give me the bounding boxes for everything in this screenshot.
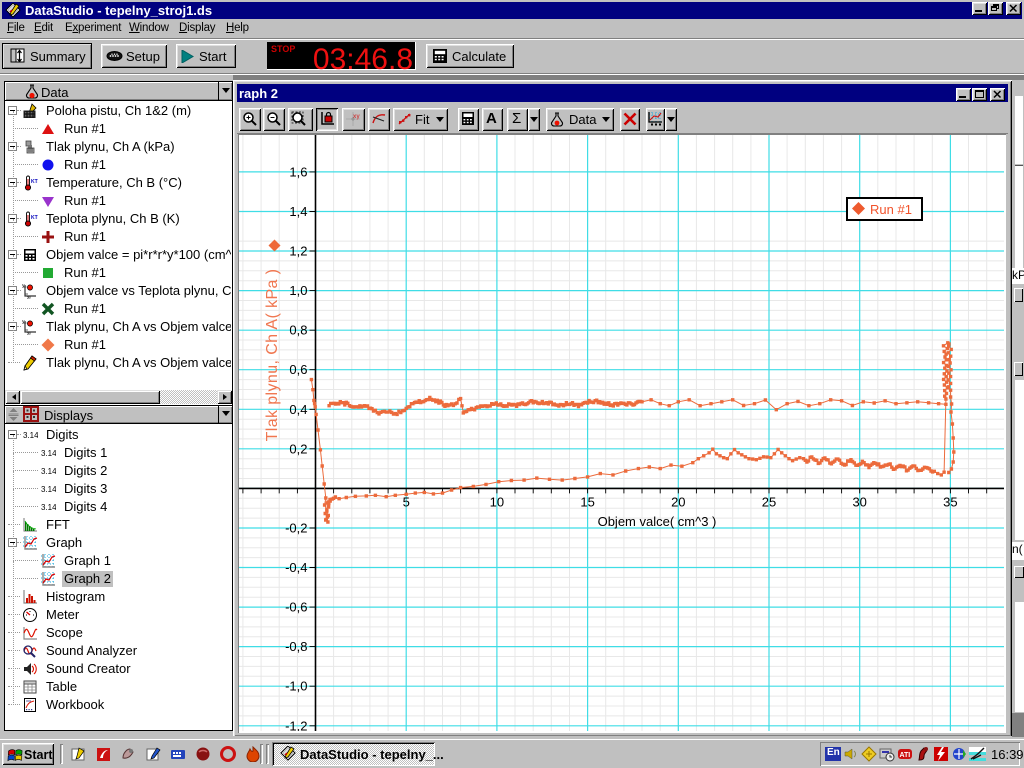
svg-text:3.14: 3.14 <box>41 503 56 512</box>
svg-text:1,2: 1,2 <box>289 244 307 259</box>
svg-text:10: 10 <box>490 494 504 509</box>
svg-text:-0,4: -0,4 <box>285 560 307 575</box>
svg-text:1,0: 1,0 <box>289 283 307 298</box>
svg-text:0,2: 0,2 <box>289 441 307 456</box>
svg-text:3.14: 3.14 <box>23 431 38 440</box>
svg-text:ATI: ATI <box>900 752 911 759</box>
svg-text:5: 5 <box>403 494 410 509</box>
svg-text:-0,2: -0,2 <box>285 521 307 536</box>
svg-text:KTD: KTD <box>31 215 38 221</box>
svg-text:0,8: 0,8 <box>289 323 307 338</box>
svg-text:1,4: 1,4 <box>289 204 307 219</box>
svg-text:1,6: 1,6 <box>289 164 307 179</box>
svg-text:25: 25 <box>762 494 776 509</box>
svg-text:0,4: 0,4 <box>289 402 307 417</box>
svg-text:KTD: KTD <box>31 179 38 185</box>
svg-text:35: 35 <box>943 494 957 509</box>
svg-text:-0,6: -0,6 <box>285 600 307 615</box>
svg-text:-0,8: -0,8 <box>285 639 307 654</box>
svg-text:15: 15 <box>580 494 594 509</box>
svg-text:Objem valce( cm^3 ): Objem valce( cm^3 ) <box>598 514 717 529</box>
svg-text:3.14: 3.14 <box>41 485 56 494</box>
svg-text:3.14: 3.14 <box>41 467 56 476</box>
svg-text:3.14: 3.14 <box>41 449 56 458</box>
svg-text:20: 20 <box>671 494 685 509</box>
svg-text:-1,0: -1,0 <box>285 679 307 694</box>
svg-text:-1,2: -1,2 <box>285 718 307 731</box>
svg-text:xy: xy <box>353 114 360 120</box>
svg-text:30: 30 <box>852 494 866 509</box>
svg-text:0,6: 0,6 <box>289 362 307 377</box>
